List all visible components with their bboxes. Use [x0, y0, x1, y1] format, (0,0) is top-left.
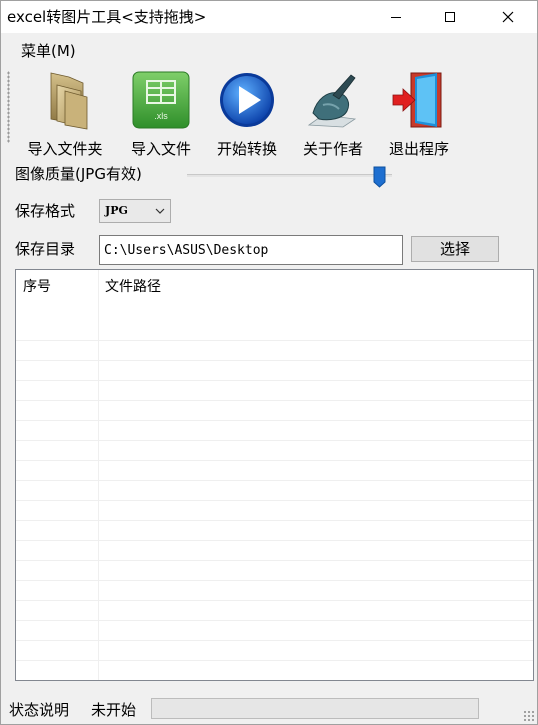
- close-icon: [502, 11, 514, 23]
- choose-dir-button[interactable]: 选择: [411, 236, 499, 262]
- import-file-button[interactable]: .xls 导入文件: [121, 69, 201, 159]
- list-header: 序号 文件路径: [16, 270, 533, 307]
- table-row: [16, 321, 533, 341]
- menu-item-main[interactable]: 菜单(M): [21, 41, 76, 61]
- exit-program-label: 退出程序: [388, 140, 449, 158]
- column-header-index[interactable]: 序号: [23, 277, 51, 297]
- slider-track: [187, 174, 392, 177]
- window-title: excel转图片工具<支持拖拽>: [7, 8, 207, 26]
- toolbar-grip[interactable]: [7, 71, 10, 143]
- table-row: [16, 421, 533, 441]
- table-row: [16, 561, 533, 581]
- start-convert-label: 开始转换: [216, 140, 277, 158]
- menu-bar: 菜单(M): [1, 39, 537, 63]
- table-row: [16, 541, 533, 561]
- table-row: [16, 401, 533, 421]
- table-row: [16, 341, 533, 361]
- minimize-icon: [391, 17, 401, 18]
- table-row: [16, 441, 533, 461]
- format-value: JPG: [105, 204, 128, 217]
- table-row: [16, 361, 533, 381]
- list-rows: [16, 321, 533, 680]
- writing-hand-icon: [307, 74, 357, 128]
- chevron-down-icon: [155, 208, 165, 214]
- progress-bar: [151, 698, 479, 719]
- format-label: 保存格式: [15, 202, 76, 220]
- exit-program-button[interactable]: 退出程序: [379, 69, 459, 159]
- import-folder-button[interactable]: 导入文件夹: [17, 69, 113, 159]
- dir-label: 保存目录: [15, 240, 76, 258]
- status-label: 状态说明: [9, 701, 70, 719]
- table-row: [16, 501, 533, 521]
- xls-icon-text: .xls: [154, 111, 168, 121]
- table-row: [16, 381, 533, 401]
- save-dir-input[interactable]: [99, 235, 403, 265]
- about-author-button[interactable]: 关于作者: [293, 69, 373, 159]
- quality-label: 图像质量(JPG有效): [15, 165, 142, 183]
- format-select[interactable]: JPG: [99, 199, 171, 223]
- folder-icon: [50, 72, 88, 130]
- table-row: [16, 461, 533, 481]
- table-row: [16, 581, 533, 601]
- maximize-button[interactable]: [427, 1, 473, 33]
- table-row: [16, 621, 533, 641]
- import-folder-label: 导入文件夹: [27, 140, 103, 158]
- table-row: [16, 601, 533, 621]
- status-value: 未开始: [91, 701, 137, 719]
- maximize-icon: [445, 12, 455, 22]
- app-window: excel转图片工具<支持拖拽> 菜单(M) 导入文件夹 .xls 导入文件 开…: [0, 0, 538, 725]
- slider-thumb[interactable]: [373, 166, 386, 188]
- toolbar: 导入文件夹 .xls 导入文件 开始转换 关于作者 退出程序: [1, 65, 537, 159]
- table-row: [16, 521, 533, 541]
- table-row: [16, 481, 533, 501]
- quality-slider[interactable]: [187, 163, 397, 189]
- status-bar: 状态说明 未开始: [1, 693, 537, 724]
- table-row: [16, 641, 533, 661]
- xls-file-icon: .xls: [132, 71, 190, 129]
- column-header-path[interactable]: 文件路径: [105, 277, 161, 297]
- import-file-label: 导入文件: [130, 140, 191, 158]
- resize-grip[interactable]: [523, 710, 535, 722]
- play-icon: [220, 73, 274, 127]
- table-row: [16, 661, 533, 680]
- file-list[interactable]: 序号 文件路径: [15, 269, 534, 681]
- title-bar[interactable]: excel转图片工具<支持拖拽>: [1, 1, 537, 33]
- close-button[interactable]: [485, 1, 531, 33]
- minimize-button[interactable]: [373, 1, 419, 33]
- start-convert-button[interactable]: 开始转换: [207, 69, 287, 159]
- about-author-label: 关于作者: [302, 140, 363, 158]
- exit-door-icon: [392, 72, 442, 128]
